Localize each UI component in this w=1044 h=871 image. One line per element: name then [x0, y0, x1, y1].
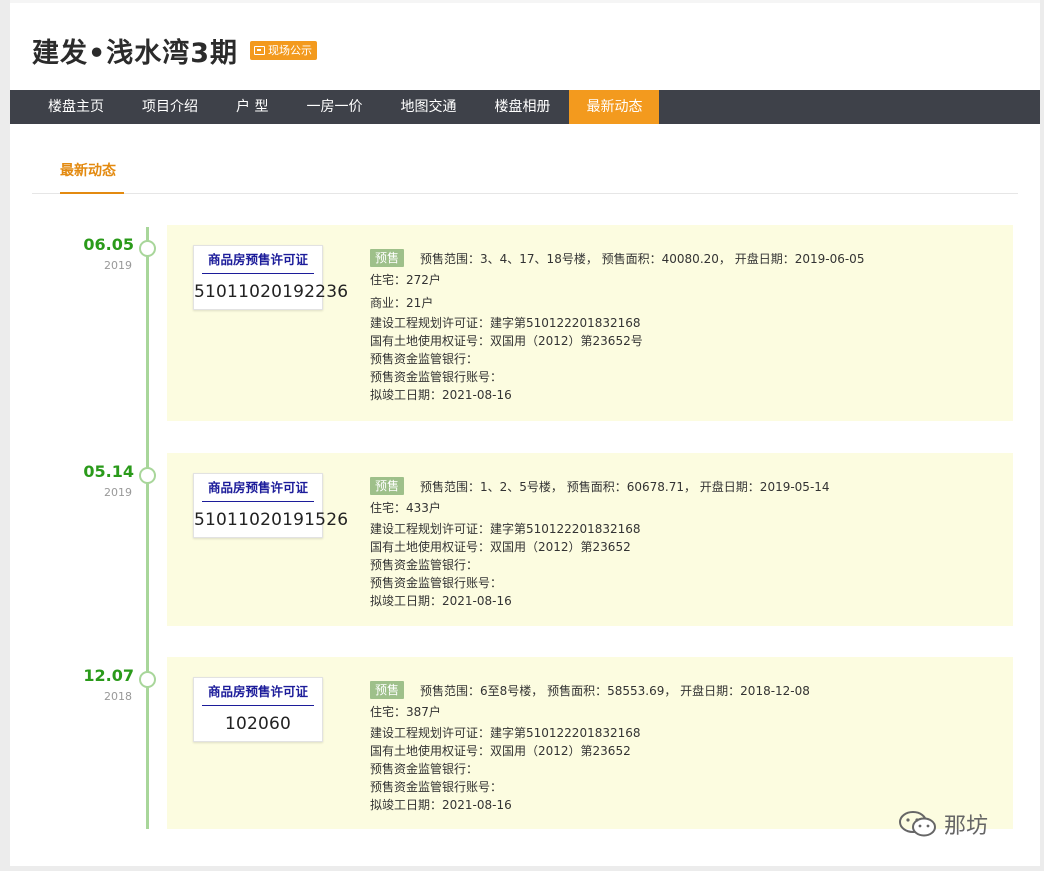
notice-icon — [254, 46, 265, 55]
entry-date: 06.05 — [83, 235, 134, 254]
watermark: 那坊 — [898, 808, 988, 840]
presale-tag: 预售 — [370, 681, 405, 699]
onsite-badge-label: 现场公示 — [268, 44, 312, 57]
presale-summary: 预售范围：3、4、17、18号楼， 预售面积：40080.20， 开盘日期：20… — [420, 251, 865, 266]
presale-tag: 预售 — [370, 477, 405, 495]
detail-line: 国有土地使用权证号：双国用（2012）第23652 — [370, 540, 631, 554]
section-divider — [32, 193, 1018, 194]
onsite-notice-badge[interactable]: 现场公示 — [250, 41, 317, 60]
detail-line: 建设工程规划许可证：建字第510122201832168 — [370, 316, 641, 330]
detail-line: 建设工程规划许可证：建字第510122201832168 — [370, 726, 641, 740]
detail-line: 预售资金监管银行账号： — [370, 576, 503, 590]
timeline-dot — [139, 467, 156, 484]
permit-details: 预售 预售范围：1、2、5号楼， 预售面积：60678.71， 开盘日期：201… — [370, 477, 1010, 610]
nav-item-home[interactable]: 楼盘主页 — [10, 90, 123, 124]
detail-line: 住宅：387户 — [370, 705, 441, 719]
permit-details: 预售 预售范围：3、4、17、18号楼， 预售面积：40080.20， 开盘日期… — [370, 249, 1010, 404]
nav-item-map-transport[interactable]: 地图交通 — [381, 90, 475, 124]
permit-number: 102060 — [224, 714, 292, 734]
timeline-axis — [146, 227, 149, 829]
permit-certificate: 商品房预售许可证 51011020191526 — [193, 473, 349, 538]
detail-line: 建设工程规划许可证：建字第510122201832168 — [370, 522, 641, 536]
permit-number: 51011020191526 — [194, 510, 349, 530]
nav-item-floorplans[interactable]: 户 型 — [217, 90, 287, 124]
presale-tag: 预售 — [370, 249, 405, 267]
detail-line: 预售资金监管银行账号： — [370, 370, 503, 384]
page-header: 建发•浅水湾3期 现场公示 — [10, 3, 1040, 90]
entry-year: 2019 — [104, 259, 132, 272]
nav-item-photo-album[interactable]: 楼盘相册 — [475, 90, 569, 124]
permit-title: 商品房预售许可证 — [202, 683, 314, 706]
detail-line: 商业：21户 — [370, 296, 434, 310]
wechat-icon — [898, 810, 938, 838]
entry-date: 12.07 — [83, 666, 134, 685]
detail-line: 拟竣工日期：2021-08-16 — [370, 594, 512, 608]
permit-card: 商品房预售许可证 102060 预售 预售范围：6至8号楼， 预售面积：5855… — [167, 657, 1013, 829]
presale-summary: 预售范围：6至8号楼， 预售面积：58553.69， 开盘日期：2018-12-… — [420, 683, 810, 698]
permit-certificate: 商品房预售许可证 51011020192236 — [193, 245, 349, 310]
detail-line: 预售资金监管银行： — [370, 762, 479, 776]
permit-number: 51011020192236 — [194, 282, 349, 302]
detail-line: 预售资金监管银行账号： — [370, 780, 503, 794]
nav-item-latest-news[interactable]: 最新动态 — [569, 90, 660, 124]
detail-line: 国有土地使用权证号：双国用（2012）第23652 — [370, 744, 631, 758]
detail-line: 预售资金监管银行： — [370, 558, 479, 572]
detail-line: 住宅：433户 — [370, 501, 441, 515]
detail-line: 住宅：272户 — [370, 273, 441, 287]
page-container: 建发•浅水湾3期 现场公示 楼盘主页 项目介绍 户 型 一房一价 地图交通 楼盘… — [10, 0, 1040, 866]
permit-details: 预售 预售范围：6至8号楼， 预售面积：58553.69， 开盘日期：2018-… — [370, 681, 1010, 814]
entry-year: 2019 — [104, 486, 132, 499]
permit-certificate: 商品房预售许可证 102060 — [193, 677, 323, 742]
tab-latest-news[interactable]: 最新动态 — [60, 160, 116, 180]
permit-card: 商品房预售许可证 51011020191526 预售 预售范围：1、2、5号楼，… — [167, 453, 1013, 626]
watermark-text: 那坊 — [944, 814, 989, 839]
entry-year: 2018 — [104, 690, 132, 703]
nav-item-unit-prices[interactable]: 一房一价 — [287, 90, 381, 124]
detail-line: 拟竣工日期：2021-08-16 — [370, 388, 512, 402]
permit-title: 商品房预售许可证 — [202, 251, 314, 274]
page-title: 建发•浅水湾3期 — [32, 38, 239, 69]
active-tab-underline — [60, 192, 124, 194]
nav-item-project-intro[interactable]: 项目介绍 — [123, 90, 217, 124]
main-nav: 楼盘主页 项目介绍 户 型 一房一价 地图交通 楼盘相册 最新动态 — [10, 90, 1040, 124]
timeline-dot — [139, 671, 156, 688]
detail-line: 预售资金监管银行： — [370, 352, 479, 366]
permit-card: 商品房预售许可证 51011020192236 预售 预售范围：3、4、17、1… — [167, 225, 1013, 421]
presale-summary: 预售范围：1、2、5号楼， 预售面积：60678.71， 开盘日期：2019-0… — [420, 479, 830, 494]
permit-title: 商品房预售许可证 — [202, 479, 314, 502]
entry-date: 05.14 — [83, 462, 134, 481]
timeline-dot — [139, 240, 156, 257]
detail-line: 国有土地使用权证号：双国用（2012）第23652号 — [370, 334, 643, 348]
